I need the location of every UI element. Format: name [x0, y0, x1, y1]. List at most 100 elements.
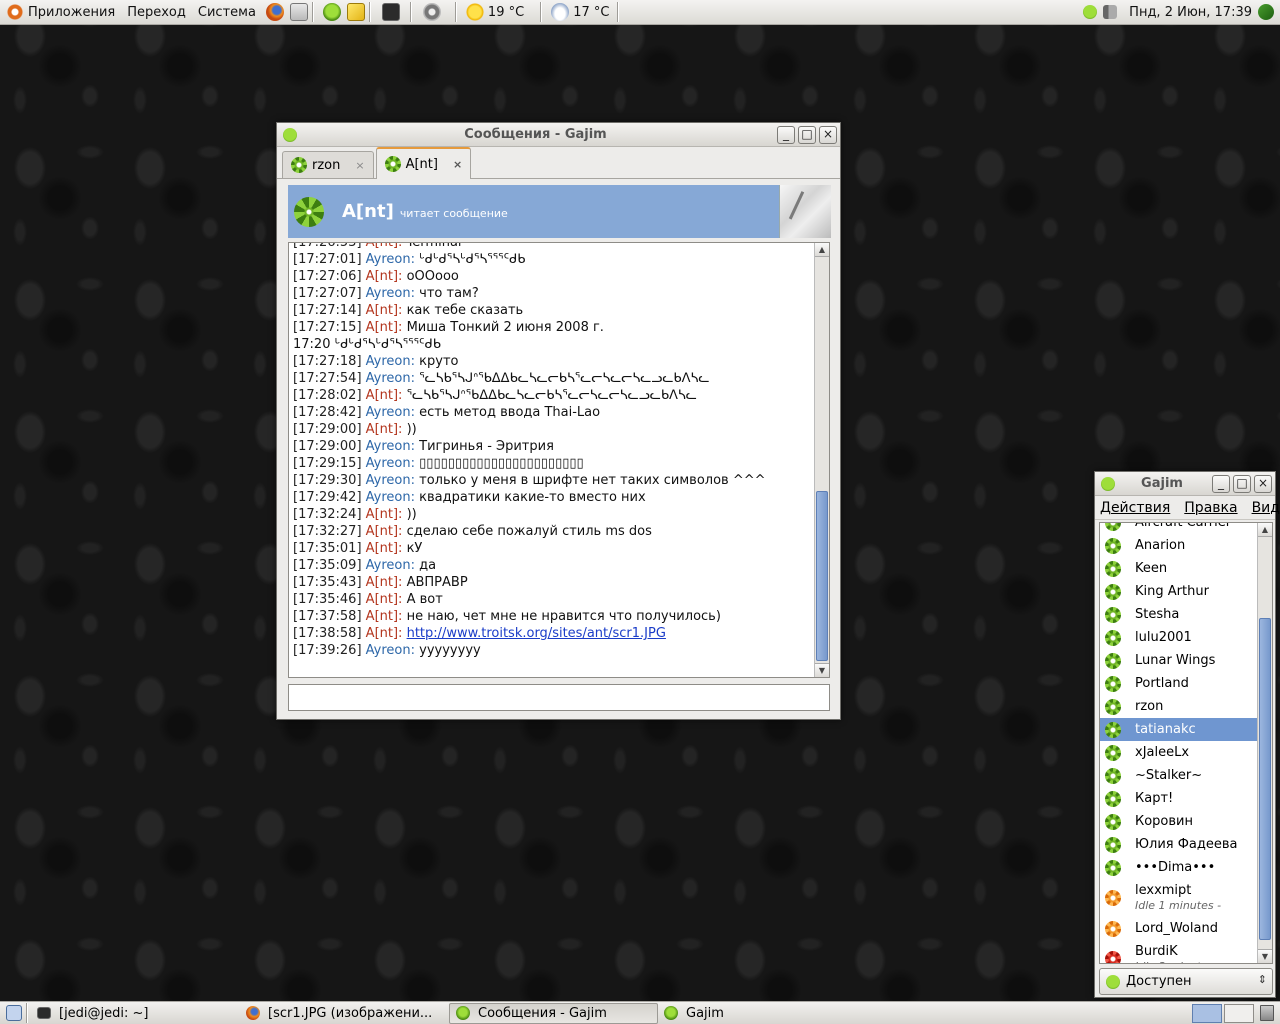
contact-row[interactable]: BurdiKIdle 3 minutes - [1100, 940, 1258, 963]
avatar[interactable] [779, 185, 831, 238]
status-selector[interactable]: Доступен ⇕ [1099, 968, 1273, 995]
contact-row[interactable]: Keen [1100, 557, 1258, 580]
contact-row[interactable]: Юлия Фадеева [1100, 833, 1258, 856]
contact-row[interactable]: rzon [1100, 695, 1258, 718]
roster-menubar: Действия Правка Вид [1095, 496, 1280, 520]
minimize-button[interactable]: _ [777, 125, 795, 144]
scrollbar-thumb[interactable] [816, 491, 828, 661]
contact-row[interactable]: Aircraft Carrier [1100, 523, 1258, 534]
online-status-icon [384, 156, 401, 172]
taskbar-button-label: [scr1.JPG (изображени... [268, 1005, 433, 1021]
workspace-2[interactable] [1224, 1003, 1254, 1023]
taskbar-button[interactable]: [scr1.JPG (изображени... [240, 1003, 449, 1024]
chat-message: [17:27:07] Ayreon: что там? [293, 285, 813, 302]
contact-row[interactable]: Карт! [1100, 787, 1258, 810]
roster-scrollbar[interactable]: ▲ ▼ [1257, 523, 1272, 963]
trash-icon[interactable] [1260, 1005, 1274, 1021]
menu-actions[interactable]: Действия [1095, 500, 1175, 516]
conversation-log[interactable]: [17:26:53] A[nt]: Terminal [17:27:01] Ayr… [288, 242, 830, 678]
online-status-icon [1105, 606, 1121, 623]
message-timestamp: [17:27:06] [293, 269, 362, 284]
taskbar-button[interactable]: Сообщения - Gajim [449, 1002, 658, 1024]
message-nick: A[nt]: [365, 388, 403, 403]
close-tab-icon[interactable]: × [453, 158, 462, 171]
show-desktop-icon[interactable] [6, 1005, 22, 1021]
contact-row[interactable]: Lunar Wings [1100, 649, 1258, 672]
chat-message: [17:37:58] A[nt]: не наю, чет мне не нра… [293, 608, 813, 625]
chat-message: [17:29:30] Ayreon: только у меня в шрифт… [293, 472, 813, 489]
online-status-icon [1105, 537, 1121, 554]
scrollbar-thumb[interactable] [1259, 618, 1271, 940]
message-text: ᒡᑯᒡᑯᕐᓴᒡᑯᕐᓴᕐᕐᕐᑦᑯᑲ [419, 252, 526, 267]
chat-message: [17:27:06] A[nt]: oOOooo [293, 268, 813, 285]
message-text: ᕐᓚᓴᑲᕐᓴᒍᐢᕐᑲᐃᐃᑲᓚᓴᓚᓕᑲᓴᕐᓚᓕᓴᓚᓕᓴᓚᓗᓚᑲᐱᓴᓚ [419, 371, 710, 386]
message-nick: A[nt]: [365, 541, 403, 556]
gajim-launcher-icon[interactable] [322, 3, 341, 21]
maximize-button[interactable]: □ [1233, 474, 1251, 493]
chat-message: [17:38:58] A[nt]: http://www.troitsk.org… [293, 625, 813, 642]
tab-rzon[interactable]: rzon × [282, 151, 374, 178]
close-button[interactable]: × [1254, 474, 1272, 493]
logout-icon[interactable] [1258, 4, 1274, 20]
contact-row[interactable]: lulu2001 [1100, 626, 1258, 649]
workspace-1[interactable] [1192, 1003, 1222, 1023]
notes-launcher-icon[interactable] [346, 3, 365, 21]
clock[interactable]: Пнд, 2 Июн, 17:39 [1123, 0, 1258, 25]
contact-row[interactable]: Portland [1100, 672, 1258, 695]
contact-row[interactable]: ~Stalker~ [1100, 764, 1258, 787]
taskbar-button[interactable]: Gajim [658, 1003, 867, 1024]
contact-row[interactable]: lexxmipt Idle 1 minutes - [1100, 879, 1258, 917]
menu-view[interactable]: Вид [1247, 500, 1280, 516]
applications-menu[interactable]: Приложения [0, 0, 121, 25]
maximize-button[interactable]: □ [798, 125, 816, 144]
contact-row[interactable]: Lord_Woland [1100, 917, 1258, 940]
minimize-button[interactable]: _ [1212, 474, 1230, 493]
system-menu[interactable]: Система [192, 0, 262, 25]
chat-window-titlebar[interactable]: Сообщения - Gajim _ □ × [277, 123, 840, 147]
firefox-launcher-icon[interactable] [265, 3, 284, 21]
contact-info: lexxmipt Idle 1 minutes - [1135, 883, 1221, 913]
close-tab-icon[interactable]: × [355, 159, 364, 172]
scroll-up-icon[interactable]: ▲ [1258, 523, 1272, 537]
contact-info: Коровин [1135, 814, 1193, 829]
menu-edit[interactable]: Правка [1179, 500, 1242, 516]
window-list: [jedi@jedi: ~] [scr1.JPG (изображени... Со… [31, 1002, 867, 1024]
weather-applet-1[interactable]: 19 °C [460, 0, 530, 25]
scroll-down-icon[interactable]: ▼ [815, 663, 829, 677]
tab-ant[interactable]: A[nt] × [375, 147, 472, 179]
roster-window-titlebar[interactable]: Gajim _ □ × [1095, 472, 1275, 496]
contact-info: •••Dima••• [1135, 860, 1215, 875]
contact-row[interactable]: Anarion [1100, 534, 1258, 557]
online-status-icon [1105, 675, 1121, 692]
message-timestamp: [17:29:15] [293, 456, 362, 471]
taskbar-button[interactable]: [jedi@jedi: ~] [31, 1003, 240, 1024]
close-button[interactable]: × [819, 125, 837, 144]
contact-row[interactable]: tatianakc [1100, 718, 1258, 741]
conversation-scrollbar[interactable]: ▲ ▼ [814, 243, 829, 677]
message-link[interactable]: http://www.troitsk.org/sites/ant/scr1.JP… [407, 626, 666, 641]
contact-row[interactable]: xJaleeLx [1100, 741, 1258, 764]
contact-row[interactable]: •••Dima••• [1100, 856, 1258, 879]
scroll-down-icon[interactable]: ▼ [1258, 949, 1272, 963]
gajim-tray-icon[interactable] [1083, 5, 1098, 19]
volume-icon[interactable] [1103, 5, 1118, 19]
message-input[interactable] [288, 684, 830, 711]
contact-info: Portland [1135, 676, 1189, 691]
message-timestamp: [17:27:54] [293, 371, 362, 386]
message-nick: Ayreon: [365, 286, 416, 301]
contact-name: Карт! [1135, 791, 1174, 806]
contact-list[interactable]: Aircraft Carrier Anarion Keen King Arthur St… [1099, 522, 1273, 964]
terminal-launcher-icon[interactable] [381, 3, 400, 21]
chat-message: [17:28:42] Ayreon: есть метод ввода Thai… [293, 404, 813, 421]
contact-row[interactable]: Stesha [1100, 603, 1258, 626]
mail-launcher-icon[interactable] [289, 3, 308, 21]
scroll-up-icon[interactable]: ▲ [815, 243, 829, 257]
contact-row[interactable]: King Arthur [1100, 580, 1258, 603]
message-timestamp: [17:28:02] [293, 388, 362, 403]
places-menu[interactable]: Переход [121, 0, 192, 25]
message-timestamp: [17:39:26] [293, 643, 362, 658]
contact-row[interactable]: Коровин [1100, 810, 1258, 833]
weather-applet-2[interactable]: 17 °C [545, 0, 615, 25]
chat-message: [17:27:18] Ayreon: круто [293, 353, 813, 370]
system-monitor-icon[interactable] [422, 3, 441, 21]
